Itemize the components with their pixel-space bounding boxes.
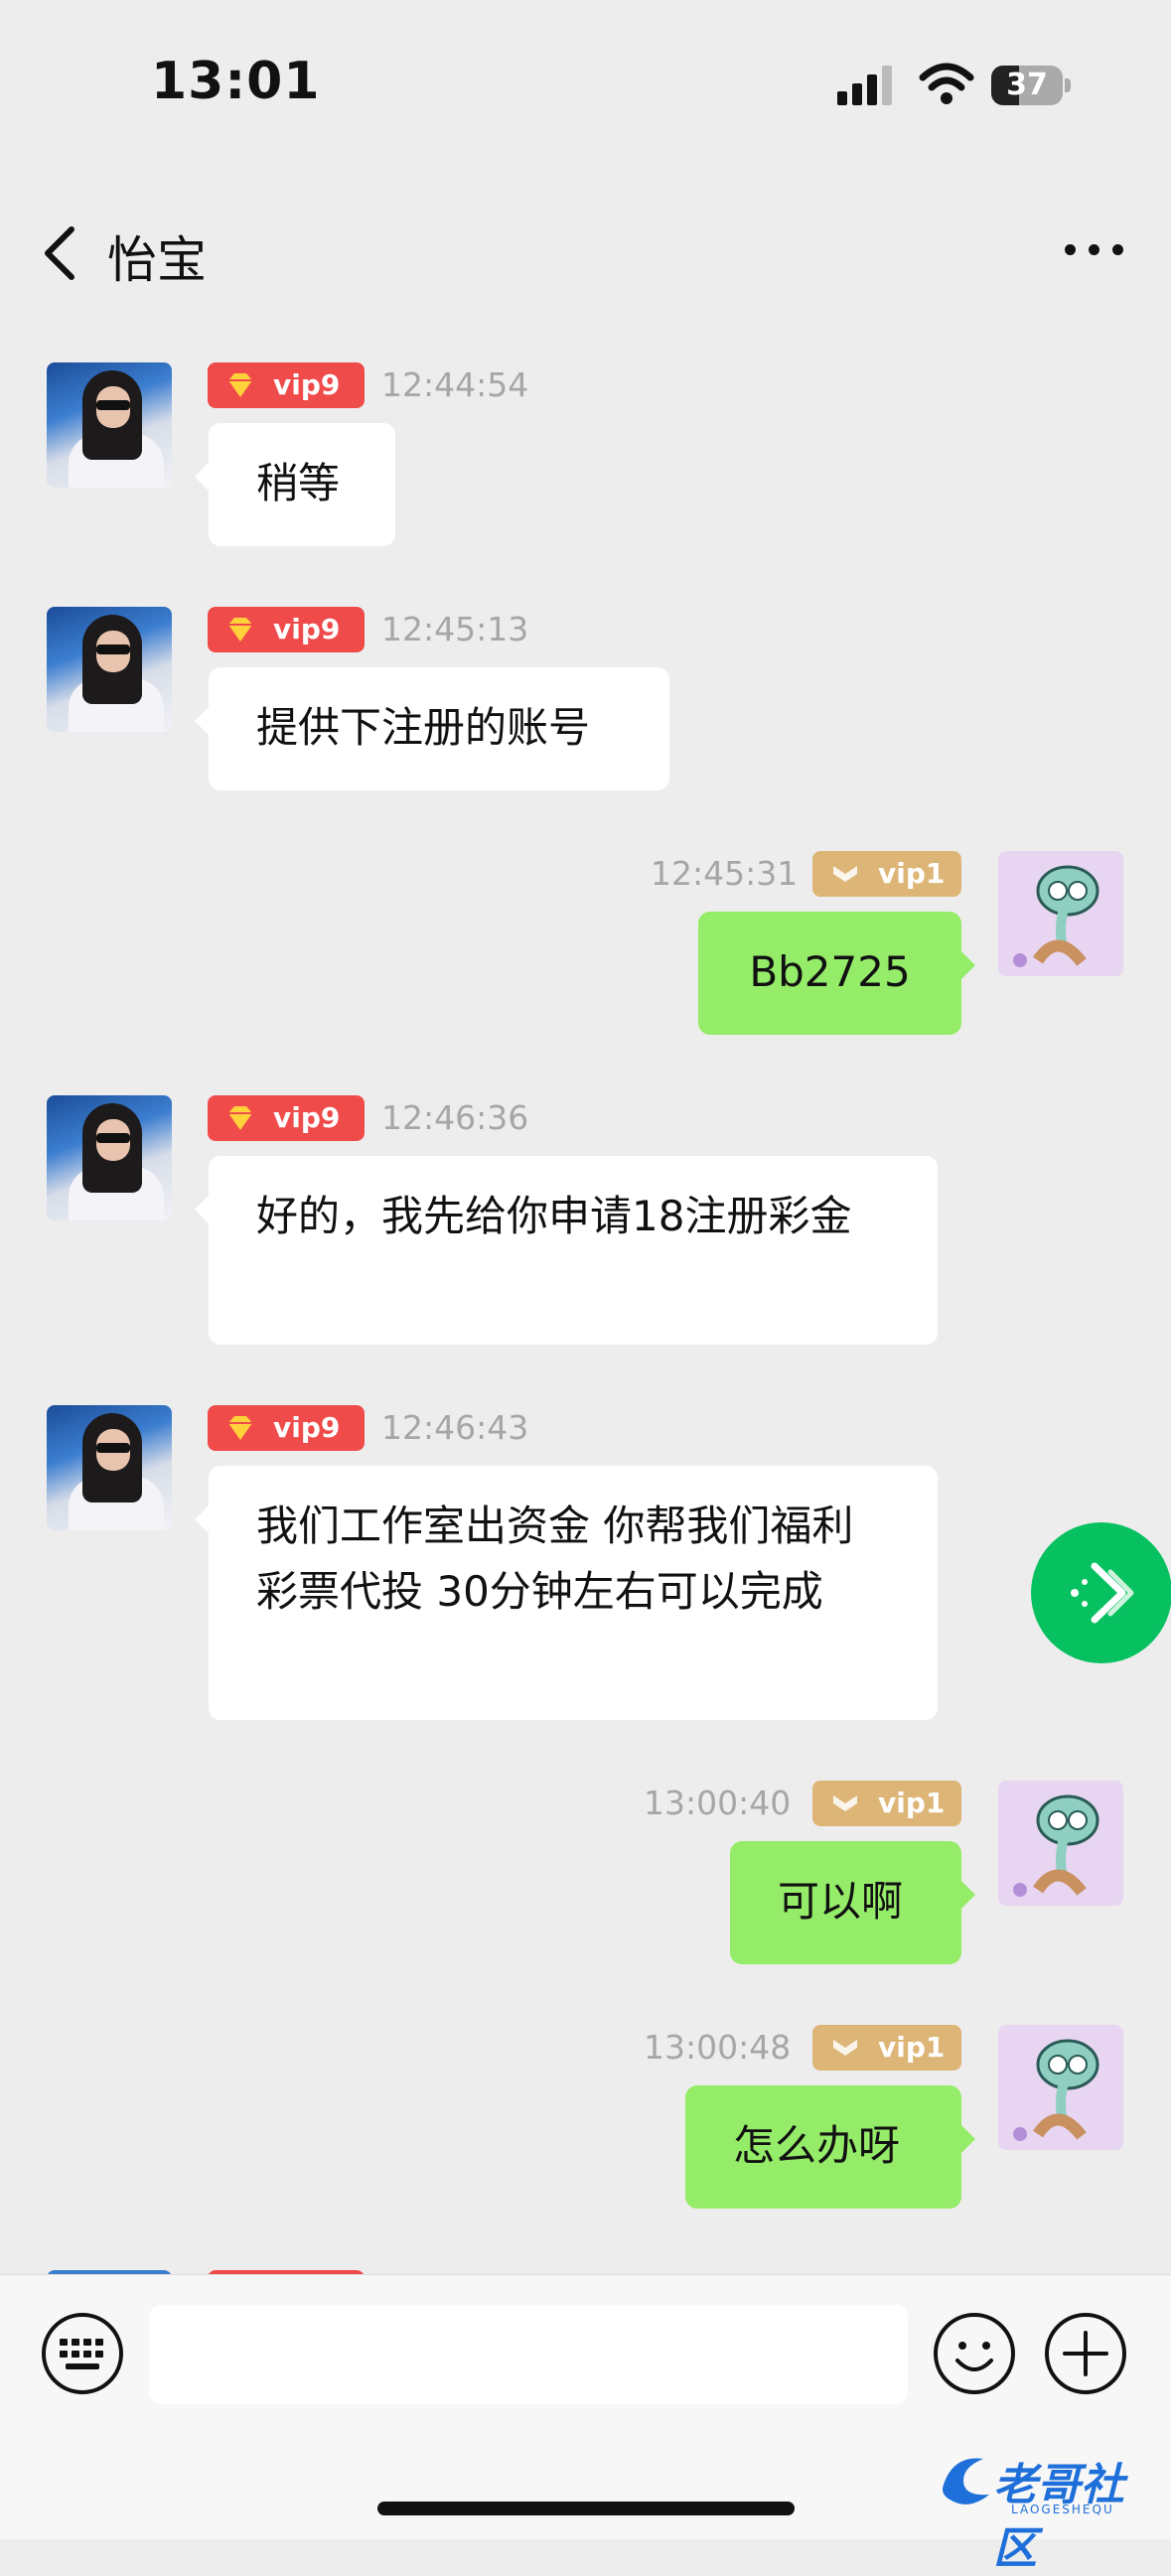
forward-icon [1071,1562,1134,1624]
message-timestamp: 13:00:48 [644,2028,792,2067]
wifi-icon [919,63,974,104]
vip-badge: vip1 [812,2025,961,2071]
vip-badge: vip1 [812,1781,961,1826]
gem-icon [228,373,252,397]
message-bubble[interactable]: 提供下注册的账号 [195,667,669,790]
emoji-icon[interactable] [932,2311,1017,2396]
my-avatar[interactable] [998,1781,1123,1906]
avatar-illustration [1013,1794,1099,1897]
home-indicator [377,2502,795,2515]
my-avatar[interactable] [998,851,1123,976]
contact-avatar[interactable] [47,1405,172,1530]
contact-avatar[interactable] [47,607,172,732]
message-bubble[interactable]: 可以啊 [730,1841,975,1964]
contact-avatar[interactable] [47,1095,172,1220]
contact-avatar[interactable] [47,362,172,488]
avatar-illustration [1013,2039,1099,2141]
message-bubble[interactable]: 好的，我先给你申请18注册彩金 [195,1156,938,1345]
vip-badge: vip9 [208,607,365,652]
message-input[interactable] [149,2305,908,2404]
more-icon[interactable] [1065,244,1124,260]
forward-button[interactable] [1031,1522,1171,1663]
message-bubble[interactable]: 稍等 [195,423,395,546]
chat-title: 怡宝 [107,231,207,289]
chat-header: 怡宝 [0,199,1171,308]
back-chevron-icon[interactable] [40,223,79,283]
chevron-badge-icon [833,2040,857,2056]
status-time: 13:01 [151,52,321,111]
watermark-logo: 老哥社区 LAOGESHEQU [934,2441,1162,2574]
gem-icon [228,618,252,642]
vip-badge: vip1 [812,851,961,897]
message-timestamp: 12:44:54 [381,365,529,404]
message-timestamp: 12:45:31 [651,854,799,893]
message-timestamp: 13:00:40 [644,1784,792,1822]
my-avatar[interactable] [998,2025,1123,2150]
status-bar: 13:01 37 [0,0,1171,169]
avatar-illustration [1013,865,1099,967]
chevron-badge-icon [833,1795,857,1811]
battery-icon: 37 [991,66,1071,105]
message-bubble[interactable]: Bb2725 [698,912,975,1035]
chevron-badge-icon [833,866,857,882]
message-timestamp: 12:46:43 [381,1408,529,1447]
vip-badge: vip9 [208,362,365,408]
vip-badge: vip9 [208,1405,365,1451]
battery-level: 37 [1006,68,1048,102]
keyboard-icon[interactable] [40,2311,125,2396]
message-timestamp: 12:45:13 [381,610,529,648]
message-timestamp: 12:46:36 [381,1098,529,1137]
gem-icon [228,1416,252,1440]
gem-icon [228,1106,252,1130]
message-bubble[interactable]: 我们工作室出资金 你帮我们福利彩票代投 30分钟左右可以完成 [195,1466,938,1720]
signal-icon [837,66,892,105]
plus-icon[interactable] [1043,2311,1128,2396]
vip-badge: vip9 [208,1095,365,1141]
message-bubble[interactable]: 怎么办呀 [685,2085,975,2209]
